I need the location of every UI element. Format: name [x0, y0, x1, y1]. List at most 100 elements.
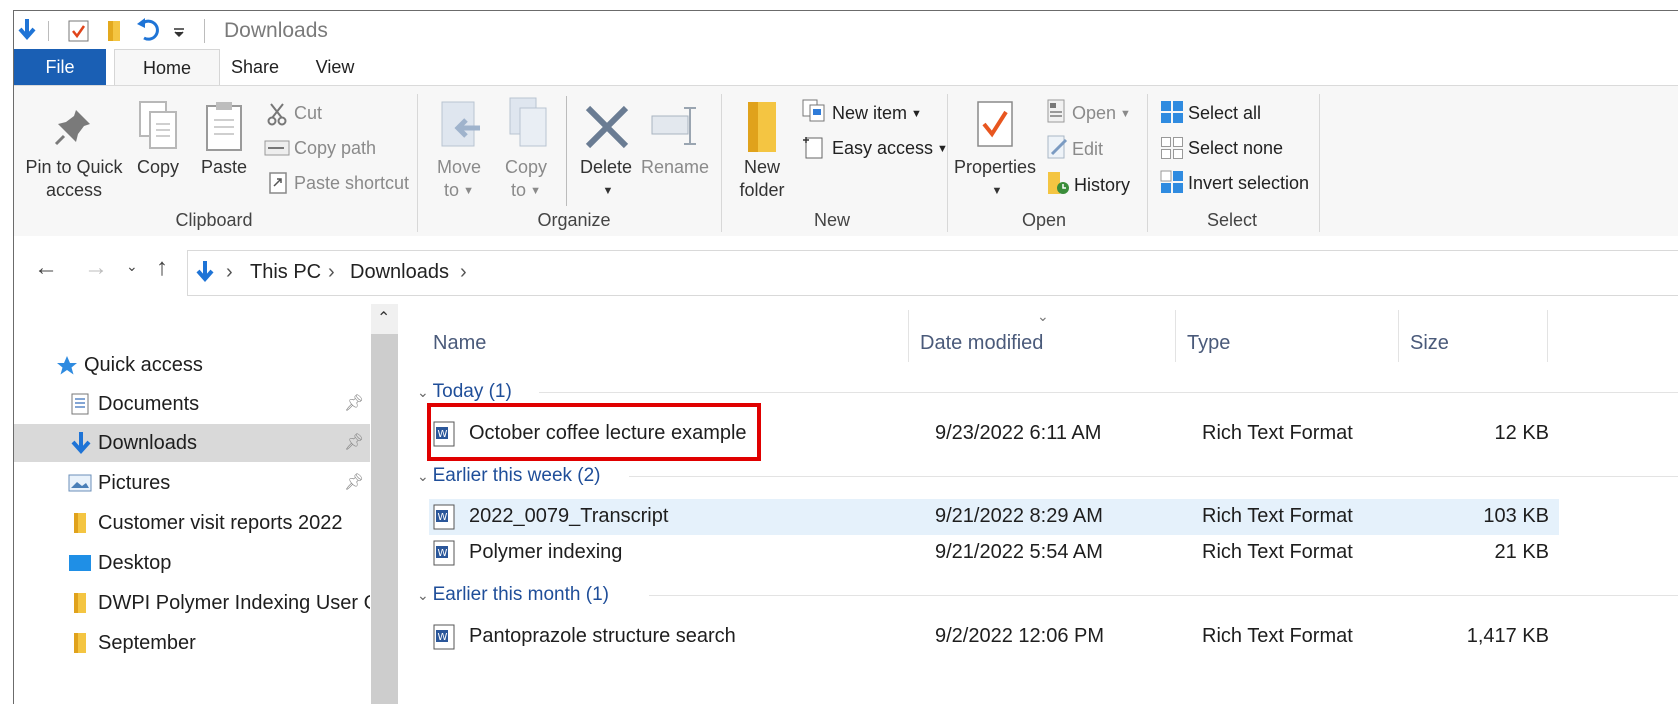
paste-shortcut-label: Paste shortcut [294, 173, 410, 193]
forward-arrow-icon[interactable]: → [84, 254, 108, 282]
nav-label: Customer visit reports 2022 [98, 512, 343, 534]
nav-scroll-thumb[interactable] [371, 334, 398, 704]
group-header-earlier-this-week[interactable]: ⌄ Earlier this week (2) [417, 465, 601, 487]
svg-text:W: W [438, 632, 448, 643]
tab-home[interactable]: Home [114, 49, 220, 87]
file-list: ⌄ Name Date modified Type Size ⌄ Today (… [399, 304, 1678, 704]
nav-dwpi-polymer-indexing[interactable]: DWPI Polymer Indexing User Gu [14, 584, 370, 622]
file-row[interactable]: W 2022_0079_Transcript 9/21/2022 8:29 AM… [429, 499, 1559, 535]
copy-path-label: Copy path [294, 138, 377, 158]
customize-qat-icon[interactable] [172, 25, 186, 39]
group-divider [649, 595, 1678, 596]
column-date-modified[interactable]: Date modified [920, 332, 1043, 355]
file-type: Rich Text Format [1202, 505, 1353, 527]
invert-selection-label: Invert selection [1188, 173, 1310, 193]
file-size: 21 KB [1494, 541, 1549, 563]
new-group-label: New [813, 210, 850, 230]
nav-customer-visit-reports-2022[interactable]: Customer visit reports 2022 [14, 504, 370, 542]
column-separator[interactable] [908, 310, 909, 362]
column-name[interactable]: Name [433, 332, 486, 355]
pin-icon[interactable]: 📌︎ [344, 424, 364, 462]
desktop-icon [69, 555, 91, 571]
column-separator[interactable] [1398, 310, 1399, 362]
tab-share[interactable]: Share [218, 49, 292, 85]
nav-pictures[interactable]: Pictures 📌︎ [14, 464, 370, 502]
file-date: 9/23/2022 6:11 AM [935, 422, 1102, 444]
copy-icon [139, 101, 177, 149]
nav-scrollbar[interactable]: ⌃ [371, 304, 398, 704]
new-item-label: New item ▼ [832, 103, 922, 123]
pin-icon[interactable]: 📌︎ [344, 385, 364, 423]
pin-label-2: access [45, 180, 103, 200]
file-name: Pantoprazole structure search [469, 625, 736, 647]
tab-file[interactable]: File [14, 49, 106, 85]
new-folder-label-2: folder [739, 180, 785, 200]
undo-icon[interactable] [136, 17, 162, 43]
file-row[interactable]: W Polymer indexing 9/21/2022 5:54 AM Ric… [429, 535, 1559, 571]
column-separator[interactable] [1547, 310, 1548, 362]
folder-icon [74, 513, 86, 533]
nav-desktop[interactable]: Desktop [14, 544, 370, 582]
crumb-this-pc[interactable]: This PC [250, 261, 321, 284]
column-type[interactable]: Type [1187, 332, 1230, 355]
easy-access-icon [803, 137, 823, 159]
pin-label-1: Pin to Quick [25, 157, 123, 177]
recent-locations-chevron-icon[interactable]: ⌄ [126, 258, 138, 275]
group-separator [1319, 94, 1320, 232]
copyto-label-2: to ▼ [511, 180, 541, 200]
nav-september[interactable]: September [14, 624, 370, 662]
move-to-icon [441, 101, 480, 147]
folder-icon [74, 593, 86, 613]
nav-label: Quick access [84, 354, 203, 376]
column-separator[interactable] [1175, 310, 1176, 362]
select-none-label: Select none [1188, 138, 1284, 158]
address-row: ← → ⌄ ↑ › This PC › Downloads › [14, 236, 1678, 304]
star-icon [57, 356, 77, 375]
new-folder-icon[interactable] [106, 19, 124, 43]
delete-label: Delete [579, 157, 633, 177]
nav-quick-access[interactable]: Quick access [14, 346, 370, 384]
nav-label: Pictures [98, 472, 171, 494]
properties-check-icon[interactable] [68, 19, 90, 43]
crumb-downloads[interactable]: Downloads [350, 261, 449, 284]
properties-caret: ▼ [991, 185, 1003, 197]
svg-text:W: W [438, 548, 448, 559]
file-size: 12 KB [1494, 422, 1549, 444]
group-separator [417, 94, 418, 232]
edit-icon [1047, 135, 1068, 159]
group-header-earlier-this-month[interactable]: ⌄ Earlier this month (1) [417, 584, 609, 606]
pin-icon[interactable]: 📌︎ [344, 464, 364, 502]
rename-icon [651, 107, 696, 145]
group-header-today[interactable]: ⌄ Today (1) [417, 381, 512, 403]
crumb-separator-icon[interactable]: › [460, 261, 467, 284]
select-all-icon [1161, 101, 1183, 123]
word-document-icon: W [433, 504, 455, 530]
word-document-icon: W [433, 624, 455, 650]
copy-to-icon [509, 97, 547, 147]
folder-icon [74, 633, 86, 653]
file-date: 9/2/2022 12:06 PM [935, 625, 1105, 647]
documents-icon [71, 393, 89, 415]
nav-documents[interactable]: Documents 📌︎ [14, 385, 370, 423]
rename-label: Rename [640, 157, 710, 177]
edit-label: Edit [1072, 139, 1104, 159]
address-bar[interactable]: › This PC › Downloads › [187, 250, 1678, 296]
nav-label: DWPI Polymer Indexing User Gu [98, 592, 370, 614]
tab-view[interactable]: View [298, 49, 372, 85]
group-divider [539, 392, 1678, 393]
copyto-label-1: Copy [504, 157, 548, 177]
scroll-up-icon[interactable]: ⌃ [377, 308, 390, 328]
organize-separator [566, 96, 567, 206]
copy-label: Copy [136, 157, 180, 177]
nav-downloads[interactable]: Downloads 📌︎ [14, 424, 370, 462]
crumb-separator-icon[interactable]: › [226, 261, 233, 284]
word-document-icon: W [433, 540, 455, 566]
file-name: Polymer indexing [469, 541, 623, 563]
file-row[interactable]: W Pantoprazole structure search 9/2/2022… [429, 619, 1559, 655]
up-arrow-icon[interactable]: ↑ [156, 254, 168, 282]
download-arrow-icon[interactable] [16, 17, 38, 43]
crumb-separator-icon[interactable]: › [328, 261, 335, 284]
file-size: 1,417 KB [1466, 625, 1549, 647]
column-size[interactable]: Size [1410, 332, 1449, 355]
back-arrow-icon[interactable]: ← [34, 254, 58, 282]
